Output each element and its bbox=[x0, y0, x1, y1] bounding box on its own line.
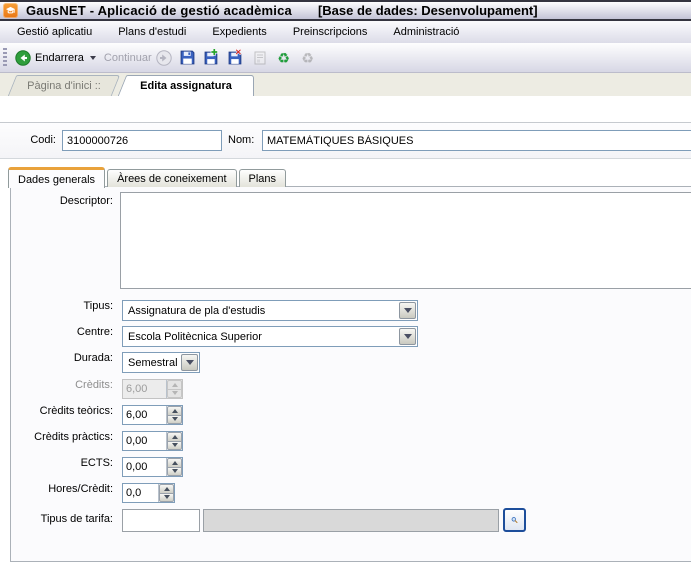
back-button[interactable]: Endarrera bbox=[11, 47, 88, 69]
nom-input[interactable] bbox=[262, 130, 691, 151]
codi-label: Codi: bbox=[0, 134, 56, 146]
spin-down-icon[interactable] bbox=[159, 493, 174, 503]
spin-down-icon[interactable] bbox=[167, 415, 182, 425]
durada-label: Durada: bbox=[0, 352, 113, 364]
tab-dades-generals[interactable]: Dades generals bbox=[8, 167, 105, 188]
menu-plans-destudi[interactable]: Plans d'estudi bbox=[105, 23, 199, 41]
menu-administracio[interactable]: Administració bbox=[380, 23, 472, 41]
ects-label: ECTS: bbox=[0, 457, 113, 469]
spin-up-icon[interactable] bbox=[167, 432, 182, 441]
application-window: GausNET - Aplicació de gestió acadèmica … bbox=[0, 0, 691, 571]
floppy-disk-icon bbox=[179, 49, 196, 66]
tab-edita-assignatura[interactable]: Edita assignatura bbox=[122, 75, 250, 96]
detail-tab-strip: Dades generals Àrees de coneixement Plan… bbox=[8, 166, 288, 187]
page-tab-strip: Pàgina d'inici :: Edita assignatura bbox=[0, 73, 691, 97]
credits-label: Crèdits: bbox=[0, 379, 113, 391]
recycle-bin-button[interactable]: ♻ bbox=[273, 47, 295, 69]
tab-pagina-dinici[interactable]: Pàgina d'inici :: bbox=[12, 75, 116, 96]
spin-down-icon[interactable] bbox=[167, 467, 182, 477]
spin-up-icon bbox=[167, 380, 182, 389]
credits-practics-input[interactable] bbox=[123, 432, 166, 450]
tipus-tarifa-label: Tipus de tarifa: bbox=[0, 513, 113, 525]
spin-up-icon[interactable] bbox=[167, 458, 182, 467]
chevron-down-icon[interactable] bbox=[181, 354, 198, 371]
forward-button: Continuar bbox=[100, 47, 176, 69]
recycle-bin-icon: ♻ bbox=[277, 51, 290, 65]
save-add-button[interactable] bbox=[201, 47, 223, 69]
tipus-selected-value: Assignatura de pla d'estudis bbox=[123, 305, 398, 317]
tipus-tarifa-search-button[interactable] bbox=[503, 508, 526, 532]
recycle-bin-icon: ♻ bbox=[301, 51, 314, 65]
menu-preinscripcions[interactable]: Preinscripcions bbox=[280, 23, 381, 41]
durada-selected-value: Semestral bbox=[123, 357, 180, 369]
tipus-tarifa-code-input[interactable] bbox=[122, 509, 200, 532]
graduation-cap-icon bbox=[3, 3, 18, 18]
centre-label: Centre: bbox=[0, 326, 113, 338]
floppy-disk-x-icon bbox=[227, 49, 244, 66]
header-panel: Codi: Nom: bbox=[0, 122, 691, 159]
nom-label: Nom: bbox=[228, 134, 258, 146]
durada-select[interactable]: Semestral bbox=[122, 352, 200, 373]
spin-down-icon bbox=[167, 389, 182, 399]
hores-credit-input[interactable] bbox=[123, 484, 158, 502]
credits-teorics-input[interactable] bbox=[123, 406, 166, 424]
credits-practics-label: Crèdits pràctics: bbox=[0, 431, 113, 443]
menu-gestio-aplicatiu[interactable]: Gestió aplicatiu bbox=[4, 23, 105, 41]
forward-button-label: Continuar bbox=[104, 52, 152, 64]
floppy-disk-plus-icon bbox=[203, 49, 220, 66]
page-content: Codi: Nom: Dades generals Àrees de conei… bbox=[0, 96, 691, 571]
credits-practics-spinner[interactable] bbox=[122, 431, 183, 451]
spin-up-icon[interactable] bbox=[167, 406, 182, 415]
recycle-bin-button-disabled: ♻ bbox=[297, 47, 319, 69]
tipus-label: Tipus: bbox=[0, 300, 113, 312]
menu-expedients[interactable]: Expedients bbox=[199, 23, 279, 41]
centre-select[interactable]: Escola Politècnica Superior bbox=[122, 326, 418, 347]
credits-teorics-label: Crèdits teòrics: bbox=[0, 405, 113, 417]
ects-spinner[interactable] bbox=[122, 457, 183, 477]
spin-down-icon[interactable] bbox=[167, 441, 182, 451]
spin-up-icon[interactable] bbox=[159, 484, 174, 493]
credits-teorics-spinner[interactable] bbox=[122, 405, 183, 425]
back-button-label: Endarrera bbox=[35, 52, 84, 64]
descriptor-label: Descriptor: bbox=[0, 195, 113, 207]
toolbar: Endarrera Continuar ♻ ♻ bbox=[0, 43, 691, 73]
toolbar-grip[interactable] bbox=[3, 48, 7, 68]
spinner-buttons[interactable] bbox=[158, 484, 174, 502]
back-arrow-icon bbox=[15, 50, 31, 66]
spinner-buttons[interactable] bbox=[166, 458, 182, 476]
chevron-down-icon[interactable] bbox=[399, 302, 416, 319]
tipus-tarifa-description-field bbox=[203, 509, 499, 532]
codi-input[interactable] bbox=[62, 130, 222, 151]
menu-bar: Gestió aplicatiu Plans d'estudi Expedien… bbox=[0, 21, 691, 43]
tab-plans[interactable]: Plans bbox=[239, 169, 287, 187]
form-button bbox=[249, 47, 271, 69]
tab-arees-de-coneixement[interactable]: Àrees de coneixement bbox=[107, 169, 236, 187]
spinner-buttons bbox=[166, 380, 182, 398]
database-badge: [Base de dades: Desenvolupament] bbox=[318, 3, 538, 18]
title-bar: GausNET - Aplicació de gestió acadèmica … bbox=[0, 0, 691, 21]
spinner-buttons[interactable] bbox=[166, 406, 182, 424]
hores-credit-label: Hores/Crèdit: bbox=[0, 483, 113, 495]
spinner-buttons[interactable] bbox=[166, 432, 182, 450]
save-delete-button[interactable] bbox=[225, 47, 247, 69]
credits-input bbox=[123, 380, 166, 398]
tipus-select[interactable]: Assignatura de pla d'estudis bbox=[122, 300, 418, 321]
forward-arrow-icon bbox=[156, 50, 172, 66]
save-button[interactable] bbox=[177, 47, 199, 69]
credits-spinner bbox=[122, 379, 183, 399]
descriptor-textarea[interactable] bbox=[120, 192, 691, 289]
chevron-down-icon[interactable] bbox=[399, 328, 416, 345]
magnifier-icon bbox=[511, 513, 518, 527]
ects-input[interactable] bbox=[123, 458, 166, 476]
document-icon bbox=[252, 50, 268, 66]
centre-selected-value: Escola Politècnica Superior bbox=[123, 331, 398, 343]
back-dropdown-caret[interactable] bbox=[90, 56, 96, 60]
window-title: GausNET - Aplicació de gestió acadèmica bbox=[26, 3, 292, 18]
hores-credit-spinner[interactable] bbox=[122, 483, 175, 503]
